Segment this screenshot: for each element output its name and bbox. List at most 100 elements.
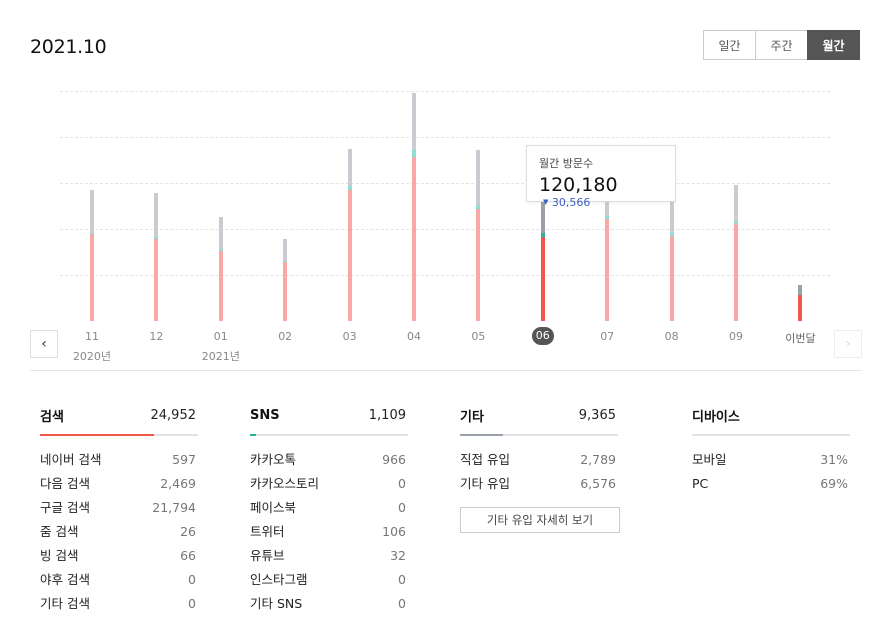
sns-rows: 카카오톡 966 카카오스토리 0 페이스북 0 트위터 106 유튜브 32 인스타그램 0 기타 S… — [250, 450, 408, 618]
device-rows: 모바일 31% PC 69% — [692, 450, 850, 498]
list-item-label: 모바일 — [692, 452, 727, 467]
sns-share-bar — [250, 434, 408, 436]
chart-bar-segment — [412, 156, 416, 321]
other-rows: 직접 유입 2,789 기타 유입 6,576 — [460, 450, 618, 498]
chart-tooltip: 월간 방문수 120,180 ▼ 30,566 — [526, 145, 676, 209]
chart-bar-segment — [669, 199, 674, 234]
chart-bar-segment — [347, 186, 352, 190]
chart-next-button[interactable]: › — [834, 330, 862, 358]
chart-bar-segment — [605, 216, 610, 220]
chart-bar-segment — [476, 150, 481, 205]
other-detail-button[interactable]: 기타 유입 자세히 보기 — [460, 507, 620, 533]
other-stats: 기타 9,365 직접 유입 2,789 기타 유입 6,576 기타 유입 자세히 … — [460, 400, 620, 533]
chevron-right-icon: › — [845, 336, 851, 352]
other-share-bar — [460, 434, 618, 436]
list-item-label: 기타 유입 — [460, 476, 510, 491]
x-tick-label[interactable]: 01 — [201, 330, 241, 343]
list-item: 페이스북 0 — [250, 498, 408, 522]
chart-bar-segment — [412, 150, 416, 157]
tooltip-delta: ▼ 30,566 — [543, 196, 590, 209]
search-stats: 검색 24,952 네이버 검색 597 다음 검색 2,469 구글 검색 21,794… — [40, 400, 198, 618]
list-item-value: 2,469 — [160, 476, 196, 491]
x-tick-label[interactable]: 이번달 — [780, 330, 820, 346]
list-item: 빙 검색 66 — [40, 546, 198, 570]
x-tick-label[interactable]: 04 — [394, 330, 434, 343]
list-item-value: 69% — [820, 476, 848, 491]
list-item-value: 31% — [820, 452, 848, 467]
visits-chart: 11 2020년 12 01 2021년 02 03 04 05 06 07 08 09 이번달 — [0, 0, 892, 370]
x-tick-label[interactable]: 09 — [716, 330, 756, 343]
list-item-label: 네이버 검색 — [40, 452, 102, 467]
x-tick-label[interactable]: 06 — [531, 327, 554, 345]
gridline — [60, 183, 830, 184]
list-item-label: 유튜브 — [250, 548, 285, 563]
chart-bar-segment — [412, 93, 416, 151]
list-item: 인스타그램 0 — [250, 570, 408, 594]
x-tick-label[interactable]: 03 — [330, 330, 370, 343]
list-item-label: PC — [692, 476, 709, 491]
list-item-label: 빙 검색 — [40, 548, 79, 563]
list-item-label: 구글 검색 — [40, 500, 90, 515]
other-title: 기타 — [460, 409, 484, 425]
list-item-value: 597 — [172, 452, 196, 467]
chart-bar-segment — [154, 238, 159, 321]
list-item-value: 26 — [180, 524, 196, 539]
chart-bar-segment — [283, 238, 288, 261]
list-item: 카카오스토리 0 — [250, 474, 408, 498]
chart-bar-segment — [476, 209, 481, 321]
chart-bar-segment — [669, 235, 674, 321]
chart-bar-segment — [347, 189, 352, 321]
x-tick-label[interactable]: 07 — [587, 330, 627, 343]
list-item-label: 기타 검색 — [40, 596, 90, 611]
list-item: 구글 검색 21,794 — [40, 498, 198, 522]
list-item-value: 21,794 — [152, 500, 196, 515]
gridline — [60, 137, 830, 138]
device-divider — [692, 434, 850, 436]
chart-bar-segment — [734, 220, 738, 224]
sns-share-fill — [250, 434, 257, 436]
x-tick-label[interactable]: 11 — [72, 330, 112, 343]
chart-bar-segment — [218, 249, 223, 251]
list-item: 네이버 검색 597 — [40, 450, 198, 474]
x-tick-label[interactable]: 02 — [265, 330, 305, 343]
chart-bar-segment — [540, 233, 545, 237]
chart-bar-segment — [669, 233, 674, 236]
x-tick-label[interactable]: 05 — [458, 330, 498, 343]
list-item: 트위터 106 — [250, 522, 408, 546]
list-item-label: 다음 검색 — [40, 476, 90, 491]
chart-bar-segment — [283, 261, 288, 321]
chart-bar-segment — [218, 250, 223, 321]
list-item-label: 카카오스토리 — [250, 476, 320, 491]
list-item-value: 966 — [382, 452, 406, 467]
device-stats: 디바이스 모바일 31% PC 69% — [692, 400, 850, 498]
list-item-label: 인스타그램 — [250, 572, 308, 587]
list-item: 야후 검색 0 — [40, 570, 198, 594]
x-tick-label[interactable]: 08 — [652, 330, 692, 343]
chart-bar-segment — [347, 149, 352, 187]
list-item: 기타 유입 6,576 — [460, 474, 618, 498]
chart-prev-button[interactable]: ‹ — [30, 330, 58, 358]
list-item-label: 기타 SNS — [250, 596, 303, 611]
list-item-value: 106 — [382, 524, 406, 539]
list-item-label: 카카오톡 — [250, 452, 297, 467]
sns-stats: SNS 1,109 카카오톡 966 카카오스토리 0 페이스북 0 트위터 106 유튜브 32… — [250, 400, 408, 618]
list-item-value: 0 — [188, 596, 196, 611]
gridline — [60, 91, 830, 92]
other-share-fill — [460, 434, 503, 436]
search-header: 검색 24,952 — [40, 400, 198, 430]
chart-bar-segment — [90, 189, 94, 233]
list-item: 다음 검색 2,469 — [40, 474, 198, 498]
search-share-bar — [40, 434, 198, 436]
chart-bar-segment — [540, 236, 545, 321]
chart-bar-segment — [90, 232, 94, 235]
chart-bar-segment — [798, 294, 803, 321]
list-item: 기타 SNS 0 — [250, 594, 408, 618]
down-arrow-icon: ▼ — [543, 198, 549, 206]
x-tick-label[interactable]: 12 — [136, 330, 176, 343]
list-item-value: 0 — [398, 476, 406, 491]
search-rows: 네이버 검색 597 다음 검색 2,469 구글 검색 21,794 줌 검색 26 빙 검색… — [40, 450, 198, 618]
section-divider — [30, 370, 862, 371]
list-item-value: 66 — [180, 548, 196, 563]
list-item: 줌 검색 26 — [40, 522, 198, 546]
list-item-label: 직접 유입 — [460, 452, 510, 467]
